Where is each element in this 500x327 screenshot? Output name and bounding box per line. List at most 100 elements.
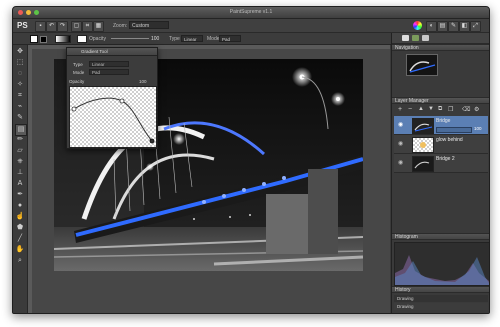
zoom-tool-icon[interactable]: ⌕	[15, 256, 25, 266]
app-logo: PS	[17, 21, 28, 30]
stamp-tool-icon[interactable]: ⊥	[15, 168, 25, 178]
foreground-color-swatch[interactable]	[30, 35, 38, 43]
grid-icon[interactable]: ▦	[93, 21, 104, 32]
opacity-slider[interactable]	[111, 38, 149, 39]
histogram-header[interactable]: Histogram	[392, 233, 489, 240]
color-picker-icon[interactable]: ◐	[426, 21, 437, 32]
remove-layer-icon[interactable]: −	[408, 106, 412, 113]
crop-icon[interactable]: ⌗	[82, 21, 93, 32]
zoom-value: Custom	[132, 23, 150, 29]
gradient-preset-swatch[interactable]	[55, 35, 71, 43]
layers-toggle-icon[interactable]: ▤	[437, 21, 448, 32]
history-item[interactable]: Drawing	[394, 295, 488, 302]
redo-icon[interactable]: ↷	[57, 21, 68, 32]
dialog-opacity-value: 100	[139, 79, 147, 84]
move-up-icon[interactable]: ▲	[418, 106, 424, 112]
panel-tab-navigation-icon[interactable]	[402, 35, 409, 41]
palette-icon[interactable]: ◧	[459, 21, 470, 32]
eraser-tool-icon[interactable]: ▱	[15, 146, 25, 156]
merge-layer-icon[interactable]: ⧉	[438, 106, 442, 113]
layer-thumbnail	[412, 118, 434, 134]
marquee-tool-icon[interactable]: ⬚	[15, 58, 25, 68]
tools-palette: ✥ ⬚ ◌ ✧ ⌗ ⌁ ✎ ▤ ✏ ▱ ⎈ ⊥ A ✒ ● ☝ ⬟ ╱ ✋ ⌕	[13, 45, 28, 313]
panel-tab-histogram-icon[interactable]	[422, 35, 429, 41]
dialog-type-label: Type	[73, 62, 83, 67]
fullscreen-icon[interactable]: ⤢	[470, 21, 481, 32]
layer-thumbnail	[412, 156, 434, 172]
magic-wand-tool-icon[interactable]: ✧	[15, 80, 25, 90]
history-item[interactable]: Drawing	[394, 303, 488, 310]
histogram-chart	[394, 242, 489, 286]
crop-tool-icon[interactable]: ⌗	[15, 91, 25, 101]
shape-tool-icon[interactable]: ⬟	[15, 223, 25, 233]
type-select[interactable]: Linear	[181, 35, 203, 42]
layer-row-glow-behind[interactable]: ◉ glow behind	[394, 135, 488, 154]
dialog-titlebar[interactable]: Gradient Tool	[67, 48, 157, 56]
pen-tool-icon[interactable]: ✒	[15, 190, 25, 200]
navigator-thumbnail	[409, 61, 436, 73]
layer-actions-bar: + − ▲ ▼ ⧉ ❐ ⌫ ⚙	[392, 106, 489, 114]
clone-tool-icon[interactable]: ⎈	[15, 157, 25, 167]
app-window: PaintSupreme v1.1 PS ▪ ↶ ↷ ▢ ⌗ ▦ Zoom: C…	[12, 6, 490, 314]
gradient-curve-editor[interactable]	[69, 86, 157, 148]
eyedropper-tool-icon[interactable]: ⌁	[15, 102, 25, 112]
layer-thumbnail	[412, 137, 434, 153]
undo-icon[interactable]: ↶	[46, 21, 57, 32]
layer-settings-icon[interactable]: ⚙	[474, 106, 479, 113]
add-layer-icon[interactable]: +	[398, 106, 402, 113]
smudge-tool-icon[interactable]: ☝	[15, 212, 25, 222]
lasso-tool-icon[interactable]: ◌	[15, 69, 25, 79]
line-tool-icon[interactable]: ╱	[15, 234, 25, 244]
right-panel: Navigation Layer Manager + − ▲ ▼ ⧉ ❐ ⌫ ⚙…	[391, 33, 489, 313]
panel-tab-layers-icon[interactable]	[412, 35, 419, 41]
layer-name: Bridge 2	[436, 156, 455, 162]
histogram-graph	[395, 255, 489, 285]
move-tool-icon[interactable]: ✥	[15, 47, 25, 57]
curve-point-start[interactable]	[71, 106, 77, 112]
dialog-opacity-label: Opacity	[69, 79, 85, 84]
blur-tool-icon[interactable]: ●	[15, 201, 25, 211]
layer-row-bridge[interactable]: ◉ Bridge 100	[394, 116, 488, 135]
type-value: Linear	[184, 37, 197, 42]
visibility-eye-icon[interactable]: ◉	[398, 121, 403, 128]
brush-tool-icon[interactable]: ✎	[15, 113, 25, 123]
visibility-eye-icon[interactable]: ◉	[398, 140, 403, 147]
layer-row-bridge-2[interactable]: ◉ Bridge 2	[394, 154, 488, 173]
hand-tool-icon[interactable]: ✋	[15, 245, 25, 255]
dialog-type-select[interactable]: Linear	[89, 61, 129, 67]
layer-thumb-image	[414, 123, 433, 132]
gradient-curve	[71, 97, 155, 144]
layer-opacity-value: 100	[474, 126, 482, 131]
layer-opacity-slider[interactable]	[436, 127, 472, 133]
text-tool-icon[interactable]: A	[15, 179, 25, 189]
type-label: Type	[169, 36, 180, 42]
color-wheel-icon[interactable]	[413, 21, 422, 30]
vertical-ruler	[28, 45, 32, 313]
layer-name: glow behind	[436, 137, 463, 143]
select-icon[interactable]: ▢	[71, 21, 82, 32]
layer-thumb-image	[414, 161, 430, 169]
glow-thumb-dot	[420, 142, 426, 148]
layer-manager-header[interactable]: Layer Manager	[392, 97, 489, 104]
pencil-tool-icon[interactable]: ✏	[15, 135, 25, 145]
background-color-swatch[interactable]	[40, 36, 47, 43]
dialog-mode-value: Pad	[92, 70, 101, 75]
brush-settings-icon[interactable]: ✎	[448, 21, 459, 32]
navigation-header[interactable]: Navigation	[392, 44, 489, 51]
mode-select[interactable]: Pad	[219, 35, 241, 42]
zoom-select[interactable]: Custom	[129, 21, 169, 29]
visibility-eye-icon[interactable]: ◉	[398, 159, 403, 166]
curve-point-end[interactable]	[149, 138, 155, 144]
dialog-mode-select[interactable]: Pad	[89, 69, 129, 75]
move-down-icon[interactable]: ▼	[428, 106, 434, 112]
window-title: PaintSupreme v1.1	[229, 9, 273, 15]
opacity-label: Opacity	[89, 36, 106, 42]
navigator-preview[interactable]	[406, 54, 438, 76]
dialog-type-value: Linear	[92, 62, 105, 67]
history-header[interactable]: History	[392, 286, 489, 293]
duplicate-layer-icon[interactable]: ❐	[448, 106, 453, 113]
gradient-white-swatch[interactable]	[77, 35, 87, 43]
new-file-icon[interactable]: ▪	[35, 21, 46, 32]
curve-point-mid[interactable]	[119, 98, 125, 104]
trash-icon[interactable]: ⌫	[462, 106, 470, 113]
